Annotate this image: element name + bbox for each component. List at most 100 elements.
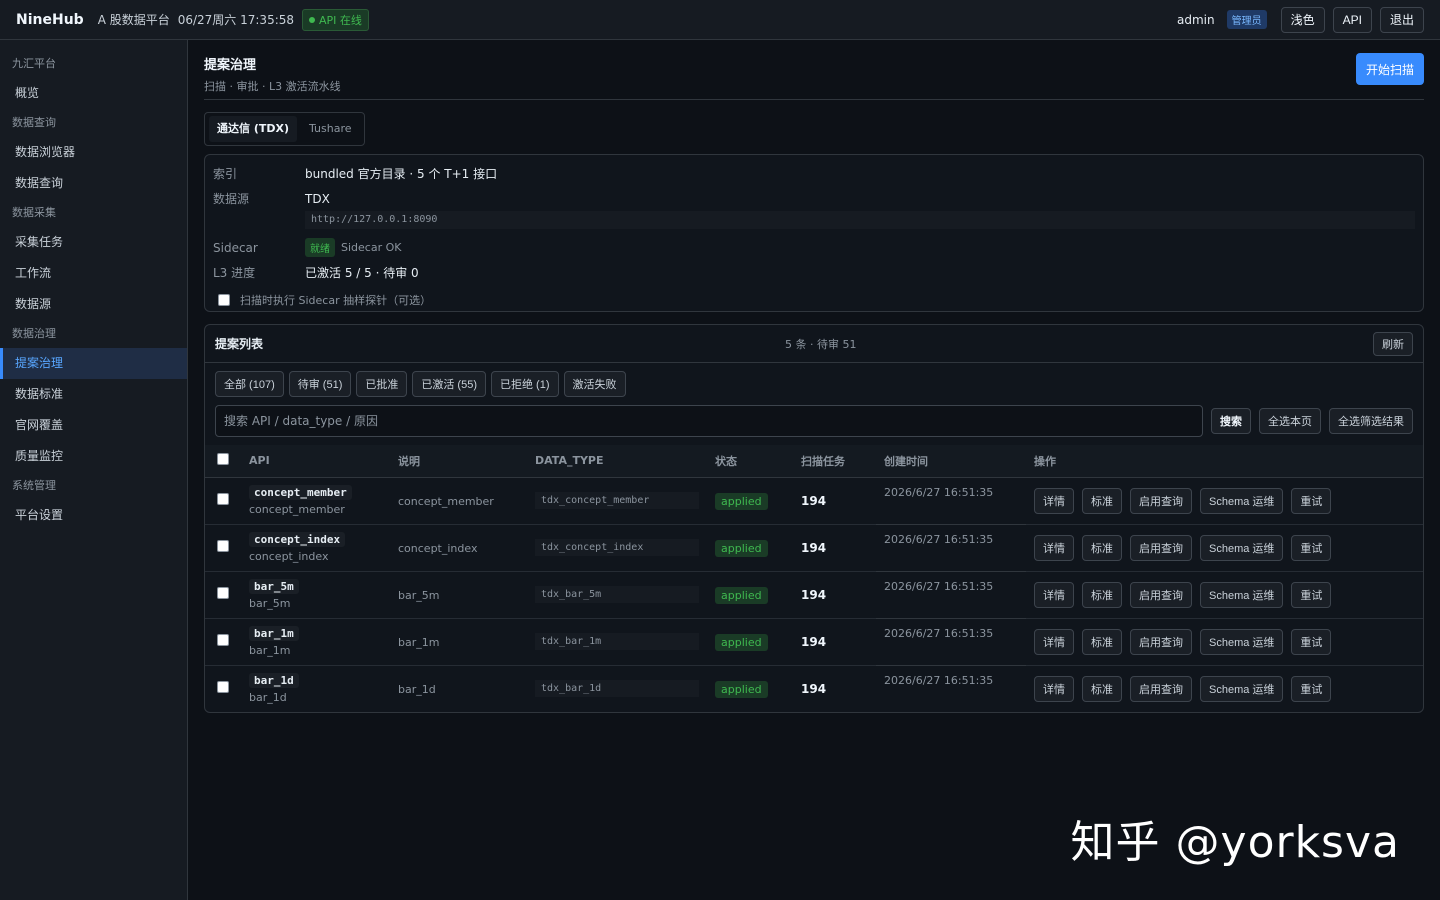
page-subtitle: 扫描 · 审批 · L3 激活流水线	[204, 80, 341, 93]
created-time: 2026/6/27 16:51:35	[884, 673, 994, 687]
api-button[interactable]: API	[1332, 6, 1372, 33]
detail-button[interactable]: 详情	[1034, 534, 1074, 561]
filter-rejected[interactable]: 已拒绝 (1)	[491, 371, 559, 397]
api-cell: concept_index concept_index	[245, 524, 394, 572]
detail-button[interactable]: 详情	[1034, 628, 1074, 655]
sidebar-item-official-coverage[interactable]: 官网覆盖	[0, 410, 187, 441]
detail-button[interactable]: 详情	[1034, 581, 1074, 608]
refresh-button[interactable]: 刷新	[1373, 332, 1413, 356]
schema-ops-button[interactable]: Schema 运维	[1200, 675, 1284, 702]
filter-activation-failed[interactable]: 激活失败	[563, 371, 626, 397]
status-badge: applied	[715, 633, 768, 651]
sidebar-item-overview[interactable]: 概览	[0, 78, 187, 109]
sidebar: 九汇平台 概览 数据查询 数据浏览器 数据查询 数据采集 采集任务 工作流 数据…	[0, 40, 188, 900]
standard-button[interactable]: 标准	[1082, 675, 1122, 702]
column-header-data-type[interactable]: DATA_TYPE	[531, 445, 711, 478]
filter-pending[interactable]: 待审 (51)	[288, 371, 352, 397]
filter-approved[interactable]: 已批准	[356, 371, 408, 397]
sidebar-item-quality-monitor[interactable]: 质量监控	[0, 441, 187, 472]
select-filtered-button[interactable]: 全选筛选结果	[1329, 408, 1413, 434]
row-checkbox[interactable]	[217, 540, 229, 552]
sidebar-item-data-sources[interactable]: 数据源	[0, 289, 187, 320]
select-all-cell	[205, 445, 245, 478]
select-all-checkbox[interactable]	[217, 453, 229, 466]
role-badge: 管理员	[1226, 10, 1267, 29]
sidebar-item-data-browser[interactable]: 数据浏览器	[0, 137, 187, 168]
actions-cell: 详情 标准 启用查询 Schema 运维 重试	[1026, 524, 1423, 572]
retry-button[interactable]: 重试	[1291, 675, 1332, 702]
standard-button[interactable]: 标准	[1082, 534, 1122, 561]
theme-toggle-button[interactable]: 浅色	[1280, 6, 1325, 33]
column-header-desc[interactable]: 说明	[394, 445, 531, 478]
sidebar-item-data-standards[interactable]: 数据标准	[0, 379, 187, 410]
table-row[interactable]: bar_1m bar_1m bar_1m tdx_bar_1m applied …	[205, 618, 1423, 666]
logout-button[interactable]: 退出	[1379, 6, 1424, 33]
table-row[interactable]: concept_index concept_index concept_inde…	[205, 524, 1423, 572]
standard-button[interactable]: 标准	[1082, 581, 1122, 608]
select-page-button[interactable]: 全选本页	[1259, 408, 1321, 434]
desc-text: concept_index	[398, 541, 478, 555]
api-cell: bar_1m bar_1m	[245, 618, 394, 666]
column-header-created[interactable]: 创建时间	[876, 445, 1026, 478]
column-header-status[interactable]: 状态	[711, 445, 797, 478]
enable-query-button[interactable]: 启用查询	[1130, 581, 1192, 608]
created-time: 2026/6/27 16:51:35	[884, 532, 994, 546]
detail-button[interactable]: 详情	[1034, 675, 1074, 702]
row-checkbox[interactable]	[217, 587, 229, 599]
standard-button[interactable]: 标准	[1082, 628, 1122, 655]
desc-cell: bar_1m	[394, 618, 531, 666]
enable-query-button[interactable]: 启用查询	[1130, 534, 1192, 561]
filter-activated[interactable]: 已激活 (55)	[412, 371, 486, 397]
enable-query-button[interactable]: 启用查询	[1130, 675, 1192, 702]
list-count: 5 条 · 待审 51	[785, 337, 857, 351]
column-header-api[interactable]: API	[245, 445, 394, 478]
detail-button[interactable]: 详情	[1034, 487, 1074, 514]
sidebar-item-platform-settings[interactable]: 平台设置	[0, 500, 187, 531]
scan-task-count: 194	[801, 540, 827, 555]
table-row[interactable]: bar_1d bar_1d bar_1d tdx_bar_1d applied …	[205, 665, 1423, 712]
filter-all[interactable]: 全部 (107)	[215, 371, 284, 397]
data-type-cell: tdx_bar_1d	[531, 665, 711, 712]
probe-checkbox-label: 扫描时执行 Sidecar 抽样探针（可选）	[240, 293, 432, 307]
column-header-scan-task[interactable]: 扫描任务	[797, 445, 876, 478]
retry-button[interactable]: 重试	[1291, 581, 1332, 608]
schema-ops-button[interactable]: Schema 运维	[1200, 534, 1284, 561]
schema-ops-button[interactable]: Schema 运维	[1200, 487, 1284, 514]
schema-ops-button[interactable]: Schema 运维	[1200, 581, 1284, 608]
info-row-index: 索引 bundled 官方目录 · 5 个 T+1 接口	[213, 161, 1415, 186]
row-select-cell	[205, 477, 245, 525]
tab-tdx[interactable]: 通达信 (TDX)	[209, 116, 297, 142]
standard-button[interactable]: 标准	[1082, 487, 1122, 514]
start-scan-button[interactable]: 开始扫描	[1355, 53, 1424, 85]
search-input[interactable]	[215, 405, 1203, 437]
retry-button[interactable]: 重试	[1291, 628, 1332, 655]
row-checkbox[interactable]	[217, 493, 229, 505]
sidebar-group-label: 数据治理	[12, 327, 56, 340]
probe-checkbox[interactable]	[218, 293, 230, 306]
row-checkbox[interactable]	[217, 681, 229, 694]
list-title: 提案列表	[215, 337, 264, 351]
search-row: 搜索 全选本页 全选筛选结果	[205, 397, 1423, 437]
enable-query-button[interactable]: 启用查询	[1130, 628, 1192, 655]
retry-button[interactable]: 重试	[1291, 487, 1332, 514]
retry-button[interactable]: 重试	[1291, 534, 1332, 561]
sidebar-item-proposals[interactable]: 提案治理	[0, 348, 187, 379]
info-row-sidecar: Sidecar 就绪 Sidecar OK	[213, 235, 1415, 260]
search-button[interactable]: 搜索	[1211, 408, 1251, 434]
row-actions: 详情 标准 启用查询 Schema 运维 重试	[1034, 628, 1419, 655]
table-row[interactable]: bar_5m bar_5m bar_5m tdx_bar_5m applied …	[205, 571, 1423, 619]
table-row[interactable]: concept_member concept_member concept_me…	[205, 477, 1423, 525]
sidebar-item-data-query[interactable]: 数据查询	[0, 168, 187, 199]
top-bar: NineHub A 股数据平台 06/27周六 17:35:58 API 在线 …	[0, 0, 1440, 40]
brand-logo[interactable]: NineHub	[16, 12, 84, 28]
sidebar-item-collect-tasks[interactable]: 采集任务	[0, 227, 187, 258]
sidebar-item-workflow[interactable]: 工作流	[0, 258, 187, 289]
data-type-cell: tdx_concept_index	[531, 524, 711, 572]
row-checkbox[interactable]	[217, 634, 229, 646]
enable-query-button[interactable]: 启用查询	[1130, 487, 1192, 514]
schema-ops-button[interactable]: Schema 运维	[1200, 628, 1284, 655]
column-header-actions: 操作	[1026, 445, 1423, 478]
created-cell: 2026/6/27 16:51:35	[876, 665, 1026, 712]
status-badge: applied	[715, 539, 768, 557]
tab-tushare[interactable]: Tushare	[301, 116, 360, 142]
